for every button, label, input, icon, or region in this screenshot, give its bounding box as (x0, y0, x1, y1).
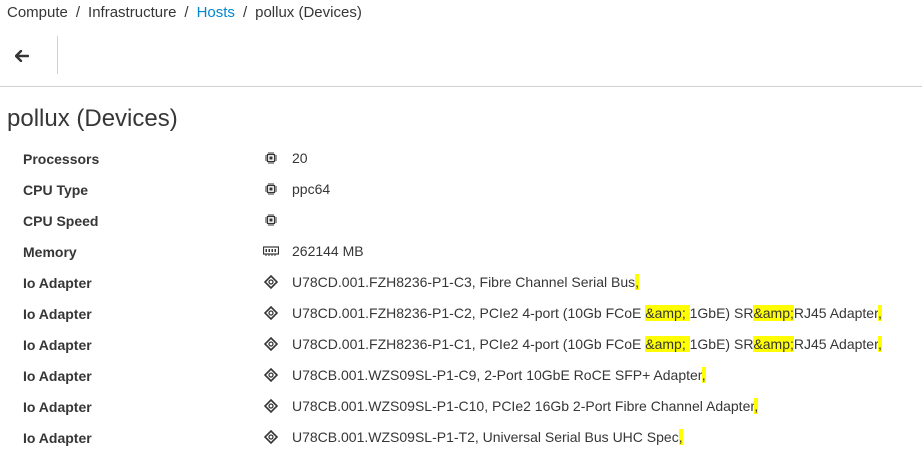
toolbar-divider (57, 36, 58, 74)
value-text: 1GbE) SR (689, 336, 754, 352)
cpu-chip-icon (263, 150, 279, 166)
cpu-chip-icon (263, 212, 279, 228)
adapter-icon (263, 429, 279, 445)
property-row: Io Adapter U78CB.001.WZS09SL-P1-T2, Unive… (0, 424, 922, 455)
highlighted-text: , (635, 274, 640, 290)
property-row: Memory 262144 MB (0, 238, 922, 269)
value-text: 1GbE) SR (689, 305, 754, 321)
breadcrumb-separator: / (184, 4, 189, 21)
highlighted-text: &amp; (753, 336, 794, 352)
value-text: U78CD.001.FZH8236-P1-C2, PCIe2 4-port (1… (292, 305, 646, 321)
property-value: U78CB.001.WZS09SL-P1-C10, PCIe2 16Gb 2-P… (292, 398, 759, 414)
value-text: RJ45 Adapter (793, 336, 878, 352)
highlighted-text: , (701, 367, 706, 383)
page-title: pollux (Devices) (7, 105, 178, 132)
property-value: U78CD.001.FZH8236-P1-C1, PCIe2 4-port (1… (292, 336, 882, 352)
value-text: U78CB.001.WZS09SL-P1-T2, Universal Seria… (292, 429, 679, 445)
value-text: RJ45 Adapter (793, 305, 878, 321)
memory-module-icon (263, 243, 279, 259)
arrow-left-icon (15, 50, 29, 62)
breadcrumb: Compute / Infrastructure / Hosts / pollux (Dev… (7, 4, 362, 24)
property-value: ppc64 (292, 181, 331, 197)
property-row: Io Adapter U78CB.001.WZS09SL-P1-C10, PCIe… (0, 393, 922, 424)
property-value: 20 (292, 150, 308, 166)
property-label: CPU Speed (23, 213, 99, 229)
property-label: CPU Type (23, 182, 89, 198)
adapter-icon (263, 274, 279, 290)
property-label: Io Adapter (23, 430, 92, 446)
highlighted-text: , (754, 398, 759, 414)
property-label: Processors (23, 151, 100, 167)
property-label: Io Adapter (23, 368, 92, 384)
property-row: Processors 20 (0, 145, 922, 176)
property-row: CPU Type ppc64 (0, 176, 922, 207)
toolbar (0, 36, 922, 87)
back-button[interactable] (8, 44, 36, 68)
highlighted-text: &amp; (645, 336, 690, 352)
property-value: U78CB.001.WZS09SL-P1-C9, 2-Port 10GbE Ro… (292, 367, 706, 383)
breadcrumb-separator: / (75, 4, 81, 21)
cpu-chip-icon (263, 181, 279, 197)
value-text: U78CD.001.FZH8236-P1-C3, Fibre Channel S… (292, 274, 636, 290)
property-label: Io Adapter (23, 306, 92, 322)
property-label: Memory (23, 244, 77, 260)
breadcrumb-item-compute: Compute (7, 4, 68, 21)
value-text: U78CB.001.WZS09SL-P1-C9, 2-Port 10GbE Ro… (292, 367, 702, 383)
property-row: Io Adapter U78CB.001.WZS09SL-P1-C9, 2-Por… (0, 362, 922, 393)
highlighted-text: , (877, 336, 882, 352)
property-label: Io Adapter (23, 337, 92, 353)
adapter-icon (263, 336, 279, 352)
property-label: Io Adapter (23, 399, 92, 415)
property-value: U78CD.001.FZH8236-P1-C2, PCIe2 4-port (1… (292, 305, 882, 321)
property-row: CPU Speed (0, 207, 922, 238)
adapter-icon (263, 305, 279, 321)
property-row: Io Adapter U78CD.001.FZH8236-P1-C1, PCIe2… (0, 331, 922, 362)
property-value: U78CB.001.WZS09SL-P1-T2, Universal Seria… (292, 429, 683, 445)
property-row: Io Adapter U78CD.001.FZH8236-P1-C2, PCIe2… (0, 300, 922, 331)
highlighted-text: , (678, 429, 683, 445)
property-label: Io Adapter (23, 275, 92, 291)
value-text: U78CB.001.WZS09SL-P1-C10, PCIe2 16Gb 2-P… (292, 398, 755, 414)
highlighted-text: &amp; (645, 305, 690, 321)
adapter-icon (263, 367, 279, 383)
breadcrumb-separator: / (242, 4, 248, 21)
highlighted-text: &amp; (753, 305, 794, 321)
properties-list: Processors 20 CPU Type ppc64 CPU Speed Memory… (0, 145, 922, 455)
property-value: U78CD.001.FZH8236-P1-C3, Fibre Channel S… (292, 274, 640, 290)
breadcrumb-item-infrastructure: Infrastructure (88, 4, 177, 21)
property-row: Io Adapter U78CD.001.FZH8236-P1-C3, Fibre… (0, 269, 922, 300)
adapter-icon (263, 398, 279, 414)
breadcrumb-item-current: pollux (Devices) (255, 4, 362, 21)
breadcrumb-link-hosts[interactable]: Hosts (197, 4, 235, 21)
highlighted-text: , (877, 305, 882, 321)
value-text: U78CD.001.FZH8236-P1-C1, PCIe2 4-port (1… (292, 336, 646, 352)
property-value: 262144 MB (292, 243, 364, 259)
